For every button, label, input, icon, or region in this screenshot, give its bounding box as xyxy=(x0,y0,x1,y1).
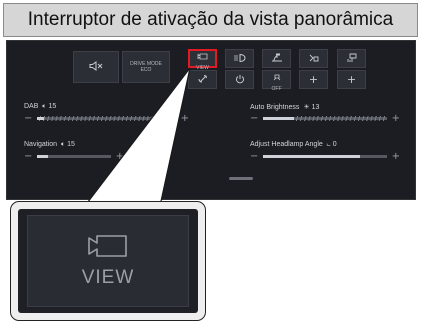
figure-frame: Interruptor de ativação da vista panorâm… xyxy=(0,0,421,325)
camera-icon xyxy=(87,234,129,263)
zoom-detail: VIEW xyxy=(10,201,206,321)
zoom-screen: VIEW xyxy=(18,209,198,313)
zoom-view-label: VIEW xyxy=(81,266,135,288)
zoom-view-button[interactable]: VIEW xyxy=(27,215,189,307)
